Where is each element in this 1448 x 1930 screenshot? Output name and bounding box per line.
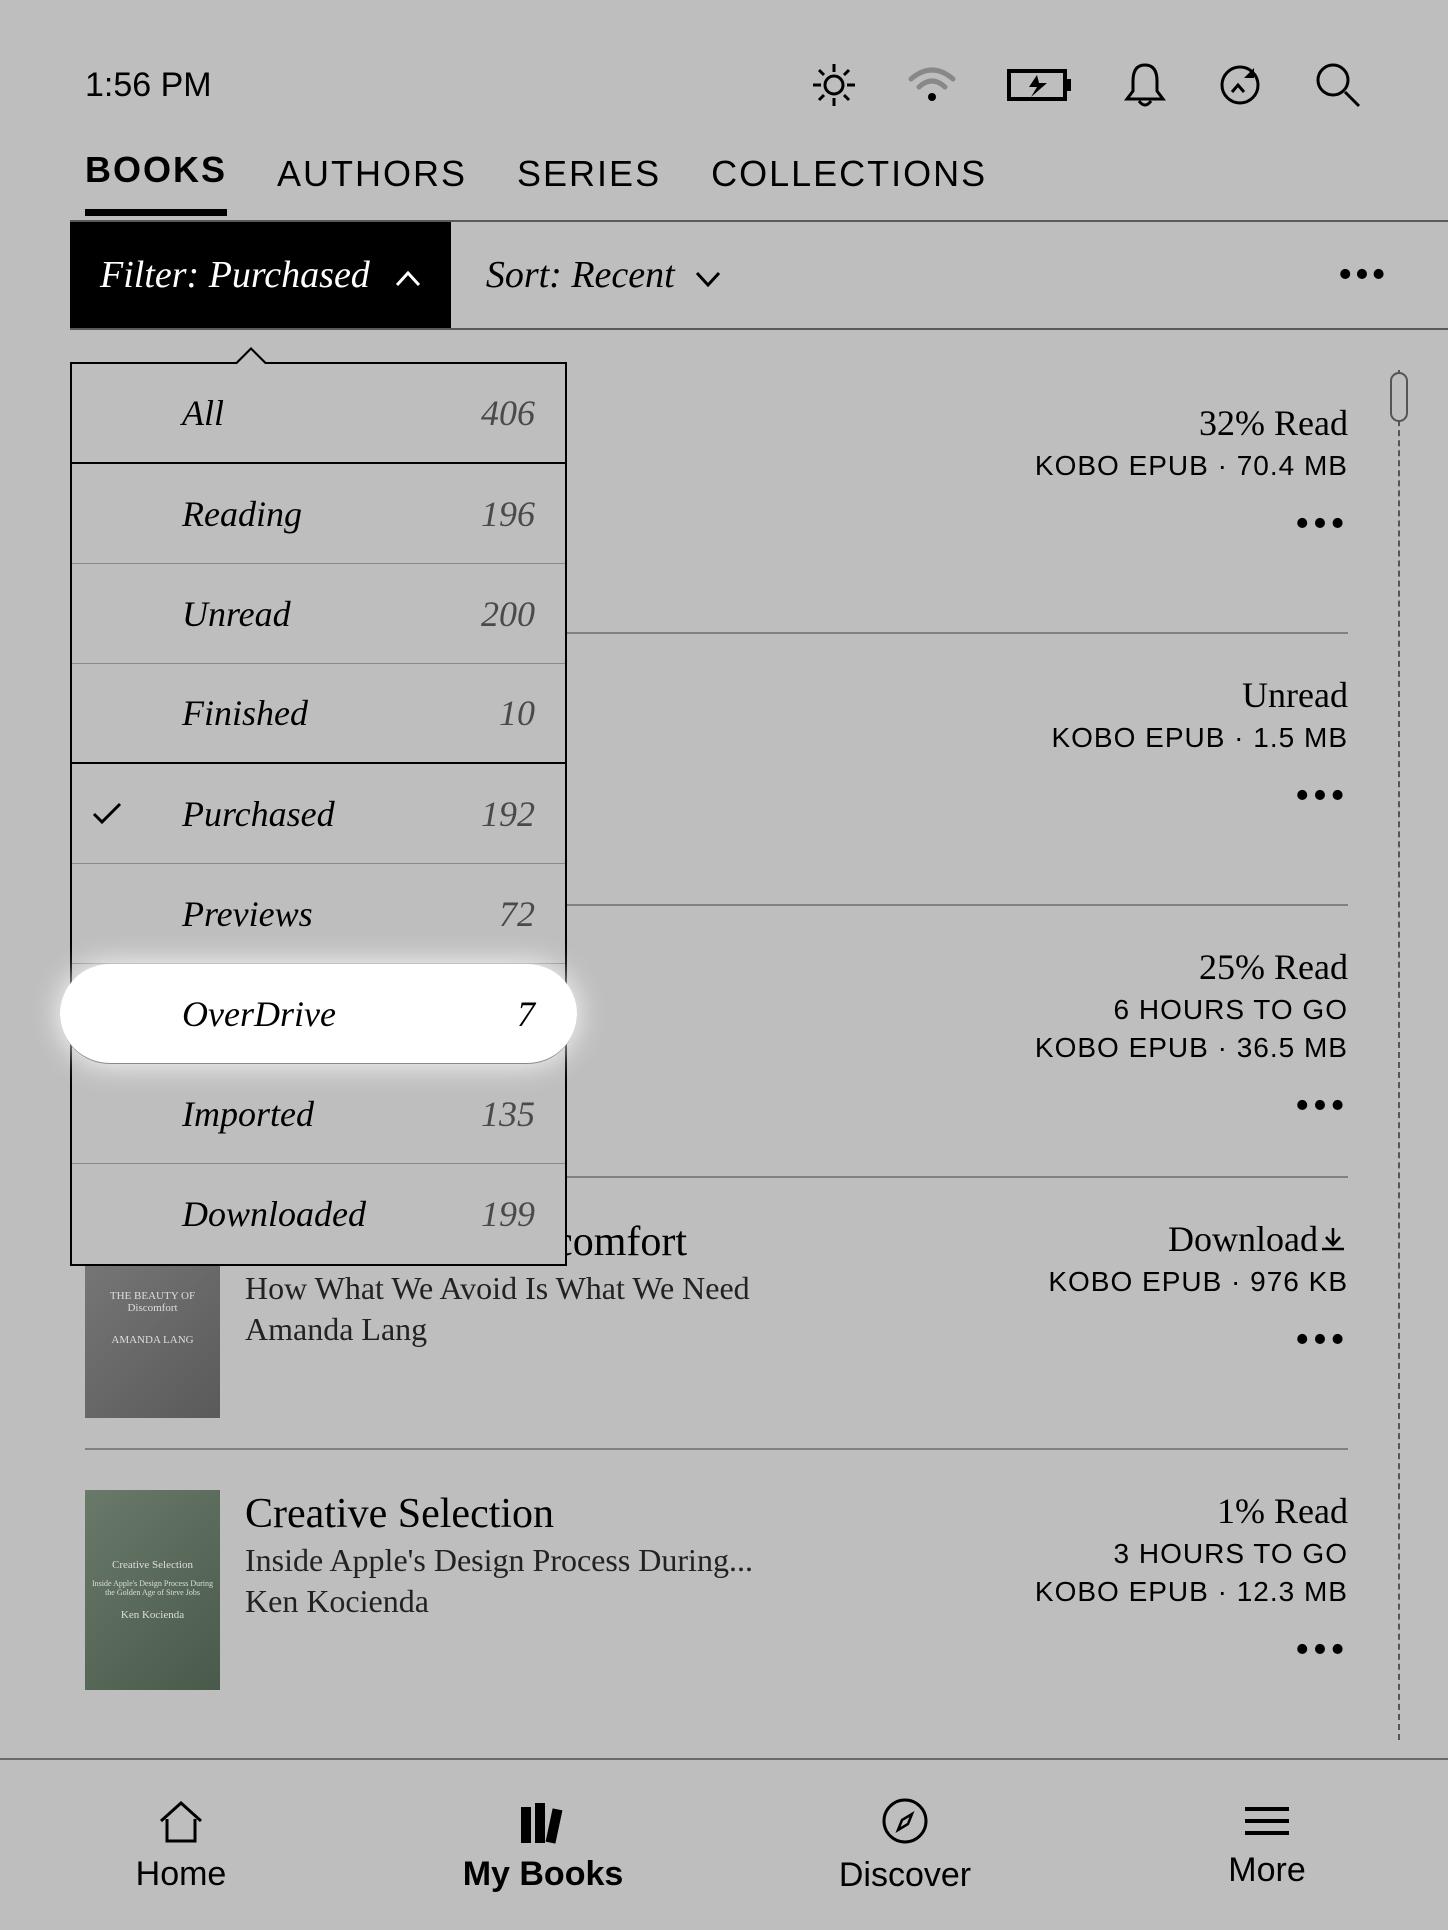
book-row[interactable]: Creative Selection Inside Apple's Design… — [85, 1450, 1348, 1720]
scrollbar-thumb[interactable] — [1390, 372, 1408, 422]
home-icon — [155, 1797, 207, 1845]
brightness-icon[interactable] — [811, 62, 857, 108]
filter-option-unread[interactable]: Unread 200 — [72, 564, 565, 664]
filter-option-imported[interactable]: Imported 135 — [72, 1064, 565, 1164]
status-icons — [811, 60, 1363, 110]
book-author: Ken Kocienda — [245, 1583, 988, 1620]
checkmark-icon — [92, 793, 122, 835]
divider — [70, 328, 1448, 330]
chevron-up-icon — [395, 253, 421, 297]
book-status: 1% Read — [988, 1490, 1348, 1532]
sort-button[interactable]: Sort: Recent — [451, 253, 756, 297]
scrollbar-track[interactable] — [1398, 370, 1400, 1740]
menu-icon — [1241, 1801, 1293, 1841]
book-time: 6 HOURS TO GO — [988, 994, 1348, 1026]
sync-icon[interactable] — [1217, 62, 1263, 108]
book-status: 25% Read — [988, 946, 1348, 988]
filter-option-finished[interactable]: Finished 10 — [72, 664, 565, 764]
book-status: Unread — [988, 674, 1348, 716]
book-format: KOBO EPUB · 976 KB — [988, 1266, 1348, 1298]
books-icon — [515, 1797, 571, 1845]
nav-my-books[interactable]: My Books — [362, 1760, 724, 1930]
book-more-button[interactable]: ••• — [988, 772, 1348, 820]
dropdown-arrow-icon — [237, 350, 265, 364]
nav-more[interactable]: More — [1086, 1760, 1448, 1930]
notifications-icon[interactable] — [1123, 61, 1167, 109]
tab-series[interactable]: SERIES — [517, 153, 661, 213]
book-more-button[interactable]: ••• — [988, 1082, 1348, 1130]
tab-books[interactable]: BOOKS — [85, 149, 227, 216]
filter-sort-bar: Filter: Purchased Sort: Recent ••• — [70, 222, 1448, 328]
filter-option-reading[interactable]: Reading 196 — [72, 464, 565, 564]
book-status: 32% Read — [988, 402, 1348, 444]
book-more-button[interactable]: ••• — [988, 1626, 1348, 1674]
more-options-button[interactable]: ••• — [1338, 251, 1388, 299]
book-cover[interactable]: Creative Selection Inside Apple's Design… — [85, 1490, 220, 1690]
download-button[interactable]: Download — [988, 1218, 1348, 1260]
status-bar: 1:56 PM — [0, 0, 1448, 145]
filter-option-all[interactable]: All 406 — [72, 364, 565, 464]
book-more-button[interactable]: ••• — [988, 500, 1348, 548]
book-format: KOBO EPUB · 70.4 MB — [988, 450, 1348, 482]
battery-charging-icon — [1007, 67, 1073, 103]
filter-option-purchased[interactable]: Purchased 192 — [72, 764, 565, 864]
tab-authors[interactable]: AUTHORS — [277, 153, 467, 213]
nav-home[interactable]: Home — [0, 1760, 362, 1930]
bottom-nav: Home My Books Discover More — [0, 1758, 1448, 1930]
filter-button[interactable]: Filter: Purchased — [70, 222, 451, 328]
filter-option-overdrive[interactable]: OverDrive 7 — [60, 964, 577, 1064]
tab-collections[interactable]: COLLECTIONS — [711, 153, 987, 213]
filter-label: Filter: Purchased — [100, 253, 370, 297]
book-author: Amanda Lang — [245, 1311, 988, 1348]
category-tabs: BOOKS AUTHORS SERIES COLLECTIONS — [0, 145, 1448, 220]
search-icon[interactable] — [1313, 60, 1363, 110]
nav-discover[interactable]: Discover — [724, 1760, 1086, 1930]
book-title: Creative Selection — [245, 1490, 988, 1538]
book-subtitle: Inside Apple's Design Process During... — [245, 1542, 988, 1579]
chevron-down-icon — [695, 253, 721, 297]
book-subtitle: How What We Avoid Is What We Need — [245, 1270, 988, 1307]
book-time: 3 HOURS TO GO — [988, 1538, 1348, 1570]
book-more-button[interactable]: ••• — [988, 1316, 1348, 1364]
book-format: KOBO EPUB · 1.5 MB — [988, 722, 1348, 754]
book-format: KOBO EPUB · 36.5 MB — [988, 1032, 1348, 1064]
clock: 1:56 PM — [85, 66, 212, 105]
wifi-icon[interactable] — [907, 65, 957, 105]
filter-dropdown: All 406 Reading 196 Unread 200 Finished … — [70, 362, 567, 1266]
filter-option-previews[interactable]: Previews 72 — [72, 864, 565, 964]
sort-label: Sort: Recent — [486, 253, 675, 297]
book-format: KOBO EPUB · 12.3 MB — [988, 1576, 1348, 1608]
filter-option-downloaded[interactable]: Downloaded 199 — [72, 1164, 565, 1264]
compass-icon — [880, 1796, 930, 1846]
